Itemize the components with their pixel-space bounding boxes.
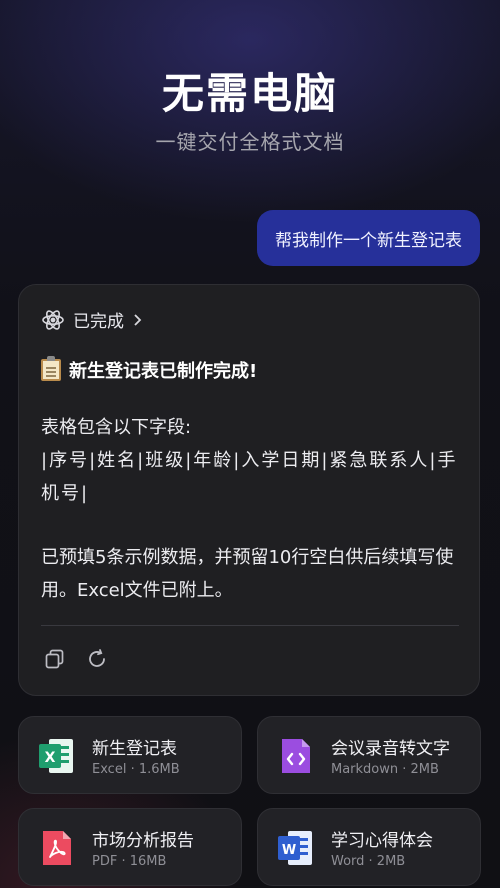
user-message-bubble: 帮我制作一个新生登记表 (257, 210, 480, 266)
file-name: 学习心得体会 (331, 831, 433, 851)
regenerate-button[interactable] (83, 647, 111, 675)
status-toggle[interactable]: 已完成 (41, 307, 144, 332)
file-name: 新生登记表 (92, 739, 177, 759)
copy-icon (44, 648, 66, 674)
file-meta: Word · 2MB (331, 854, 406, 869)
file-meta: Excel · 1.6MB (92, 762, 180, 777)
svg-text:W: W (282, 843, 296, 858)
refresh-icon (86, 648, 108, 674)
clipboard-icon (41, 356, 61, 381)
headline: 无需电脑 (161, 69, 338, 118)
reply-title-text: 新生登记表已制作完成! (69, 361, 258, 382)
fields-list: |序号|姓名|班级|年龄|入学日期|紧急联系人|手机号| (41, 450, 458, 504)
markdown-icon (278, 737, 314, 775)
reply-title: 新生登记表已制作完成! (41, 356, 258, 383)
file-meta: PDF · 16MB (92, 854, 167, 869)
file-card-excel[interactable]: X 新生登记表 Excel · 1.6MB (18, 716, 242, 794)
pdf-icon (39, 829, 75, 867)
word-icon: W (278, 829, 314, 867)
subheadline: 一键交付全格式文档 (155, 130, 345, 154)
file-card-word[interactable]: W 学习心得体会 Word · 2MB (257, 808, 481, 886)
copy-button[interactable] (41, 647, 69, 675)
excel-icon: X (39, 737, 75, 775)
assistant-reply-card: 已完成 新生登记表已制作完成! 表格包含以下字段: |序号|姓名|班级|年龄|入… (18, 284, 480, 696)
file-meta: Markdown · 2MB (331, 762, 439, 777)
file-card-pdf[interactable]: 市场分析报告 PDF · 16MB (18, 808, 242, 886)
status-label: 已完成 (73, 312, 124, 332)
file-name: 会议录音转文字 (331, 739, 450, 759)
svg-text:X: X (45, 750, 56, 766)
atom-icon (41, 308, 65, 332)
note-paragraph: 已预填5条示例数据，并预留10行空白供后续填写使用。Excel文件已附上。 (41, 547, 454, 601)
file-name: 市场分析报告 (92, 831, 194, 851)
fields-paragraph: 表格包含以下字段: |序号|姓名|班级|年龄|入学日期|紧急联系人|手机号| (41, 411, 459, 510)
fields-intro: 表格包含以下字段: (41, 417, 192, 438)
chevron-right-icon (132, 313, 144, 327)
user-message-text: 帮我制作一个新生登记表 (275, 230, 462, 251)
divider (41, 625, 459, 626)
file-card-markdown[interactable]: 会议录音转文字 Markdown · 2MB (257, 716, 481, 794)
